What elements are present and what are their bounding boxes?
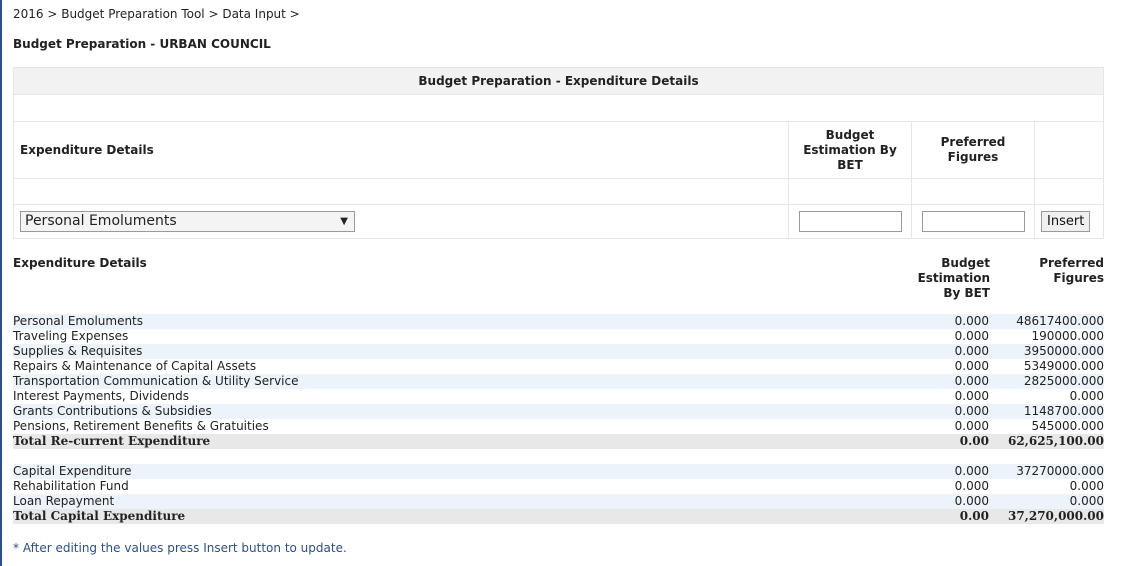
capital-row: Rehabilitation Fund 0.000 0.000 xyxy=(13,479,1104,494)
summary-cell-label: Traveling Expenses xyxy=(13,329,129,343)
summary-cell-preferred: 37270000.000 xyxy=(1016,464,1104,478)
summary-cell-label: Total Re-current Expenditure xyxy=(13,434,211,448)
form-col-preferred-figures: Preferred Figures xyxy=(911,121,1035,179)
summary-cell-preferred: 48617400.000 xyxy=(1016,314,1104,328)
dropdown-arrow-icon: ▼ xyxy=(340,216,348,227)
form-col-preferred-figures-text: Preferred Figures xyxy=(940,135,1006,164)
category-cell: Personal Emoluments ▼ xyxy=(13,204,789,239)
summary-cell-preferred: 37,270,000.00 xyxy=(1007,509,1104,523)
form-spacer xyxy=(13,94,1104,122)
insert-cell: Insert xyxy=(1034,204,1104,239)
summary-cell-bet: 0.000 xyxy=(954,314,989,328)
expenditure-input-panel: Budget Preparation - Expenditure Details… xyxy=(13,67,1104,239)
expenditure-summary-table: Personal Emoluments 0.000 48617400.000 Trav… xyxy=(13,314,1104,524)
recurrent-row: Pensions, Retirement Benefits & Gratuiti… xyxy=(13,419,1104,434)
expenditure-input-table: Budget Preparation - Expenditure Details… xyxy=(13,67,1104,239)
expenditure-summary: Expenditure Details Budget Estimation By… xyxy=(13,256,1104,524)
summary-cell-preferred: 0.000 xyxy=(1069,479,1104,493)
capital-row: Loan Repayment 0.000 0.000 xyxy=(13,494,1104,509)
summary-cell-preferred: 1148700.000 xyxy=(1023,404,1104,418)
summary-cell-preferred: 190000.000 xyxy=(1031,329,1104,343)
recurrent-row: Interest Payments, Dividends 0.000 0.000 xyxy=(13,389,1104,404)
summary-cell-label: Transportation Communication & Utility S… xyxy=(13,374,299,388)
summary-gap-cell xyxy=(13,449,1104,464)
summary-col-budget-estimation: Budget Estimation By BET xyxy=(917,256,990,300)
form-blank-cell xyxy=(911,178,1035,205)
summary-cell-bet: 0.00 xyxy=(959,509,989,523)
budget-estimation-input[interactable] xyxy=(798,211,902,232)
breadcrumb: 2016 > Budget Preparation Tool > Data In… xyxy=(13,7,300,21)
recurrent-row: Traveling Expenses 0.000 190000.000 xyxy=(13,329,1104,344)
footnote: * After editing the values press Insert … xyxy=(13,541,347,555)
preferred-input-cell xyxy=(911,204,1035,239)
summary-cell-preferred: 5349000.000 xyxy=(1023,359,1104,373)
summary-cell-preferred: 0.000 xyxy=(1069,494,1104,508)
summary-col-preferred-figures: Preferred Figures xyxy=(1039,256,1104,285)
summary-cell-preferred: 62,625,100.00 xyxy=(1007,434,1104,448)
summary-cell-bet: 0.000 xyxy=(954,464,989,478)
form-col-action xyxy=(1034,121,1104,179)
summary-cell-bet: 0.000 xyxy=(954,359,989,373)
preferred-figures-input[interactable] xyxy=(921,211,1025,232)
bet-input-cell xyxy=(788,204,912,239)
expenditure-category-value: Personal Emoluments xyxy=(25,213,177,229)
summary-gap-row xyxy=(13,449,1104,464)
summary-cell-label: Rehabilitation Fund xyxy=(13,479,129,493)
capital-row: Capital Expenditure 0.000 37270000.000 xyxy=(13,464,1104,479)
summary-cell-preferred: 2825000.000 xyxy=(1023,374,1104,388)
summary-cell-bet: 0.000 xyxy=(954,329,989,343)
summary-cell-label: Repairs & Maintenance of Capital Assets xyxy=(13,359,257,373)
recurrent-row: Transportation Communication & Utility S… xyxy=(13,374,1104,389)
left-border xyxy=(0,0,2,566)
summary-cell-preferred: 0.000 xyxy=(1069,389,1104,403)
form-col-expenditure-details: Expenditure Details xyxy=(13,121,789,179)
form-title: Budget Preparation - Expenditure Details xyxy=(13,67,1104,95)
summary-cell-label: Capital Expenditure xyxy=(13,464,132,478)
form-blank-cell xyxy=(788,178,912,205)
summary-cell-label: Personal Emoluments xyxy=(13,314,144,328)
form-col-budget-estimation-text: Budget Estimation By BET xyxy=(803,127,897,172)
summary-cell-bet: 0.000 xyxy=(954,479,989,493)
summary-cell-bet: 0.000 xyxy=(954,344,989,358)
summary-cell-bet: 0.000 xyxy=(954,404,989,418)
summary-cell-bet: 0.000 xyxy=(954,419,989,433)
summary-body: Personal Emoluments 0.000 48617400.000 Trav… xyxy=(13,314,1104,524)
summary-cell-label: Grants Contributions & Subsidies xyxy=(13,404,212,418)
form-blank-row xyxy=(13,178,1104,205)
form-entry-row: Personal Emoluments ▼ Insert xyxy=(13,204,1104,239)
recurrent-row: Grants Contributions & Subsidies 0.000 114… xyxy=(13,404,1104,419)
form-col-budget-estimation: Budget Estimation By BET xyxy=(788,121,912,179)
summary-cell-bet: 0.000 xyxy=(954,494,989,508)
summary-cell-label: Supplies & Requisites xyxy=(13,344,143,358)
capital-total-row: Total Capital Expenditure 0.00 37,270,000.… xyxy=(13,509,1104,524)
recurrent-total-row: Total Re-current Expenditure 0.00 62,625,1… xyxy=(13,434,1104,449)
summary-header: Expenditure Details Budget Estimation By… xyxy=(13,256,1104,314)
summary-cell-preferred: 3950000.000 xyxy=(1023,344,1104,358)
insert-button[interactable]: Insert xyxy=(1041,211,1091,232)
recurrent-row: Supplies & Requisites 0.000 3950000.000 xyxy=(13,344,1104,359)
form-blank-cell xyxy=(13,178,789,205)
expenditure-category-select[interactable]: Personal Emoluments ▼ xyxy=(20,211,355,232)
summary-cell-bet: 0.000 xyxy=(954,389,989,403)
page-title: Budget Preparation - URBAN COUNCIL xyxy=(13,37,271,51)
form-blank-cell xyxy=(1034,178,1104,205)
summary-cell-bet: 0.000 xyxy=(954,374,989,388)
recurrent-row: Personal Emoluments 0.000 48617400.000 xyxy=(13,314,1104,329)
form-header-row: Expenditure Details Budget Estimation By… xyxy=(13,121,1104,179)
summary-cell-label: Pensions, Retirement Benefits & Gratuiti… xyxy=(13,419,269,433)
summary-cell-label: Loan Repayment xyxy=(13,494,115,508)
summary-cell-preferred: 545000.000 xyxy=(1031,419,1104,433)
summary-cell-label: Interest Payments, Dividends xyxy=(13,389,189,403)
recurrent-row: Repairs & Maintenance of Capital Assets 0… xyxy=(13,359,1104,374)
summary-cell-label: Total Capital Expenditure xyxy=(13,509,186,523)
summary-col-expenditure-details: Expenditure Details xyxy=(13,256,147,270)
summary-cell-bet: 0.00 xyxy=(959,434,989,448)
